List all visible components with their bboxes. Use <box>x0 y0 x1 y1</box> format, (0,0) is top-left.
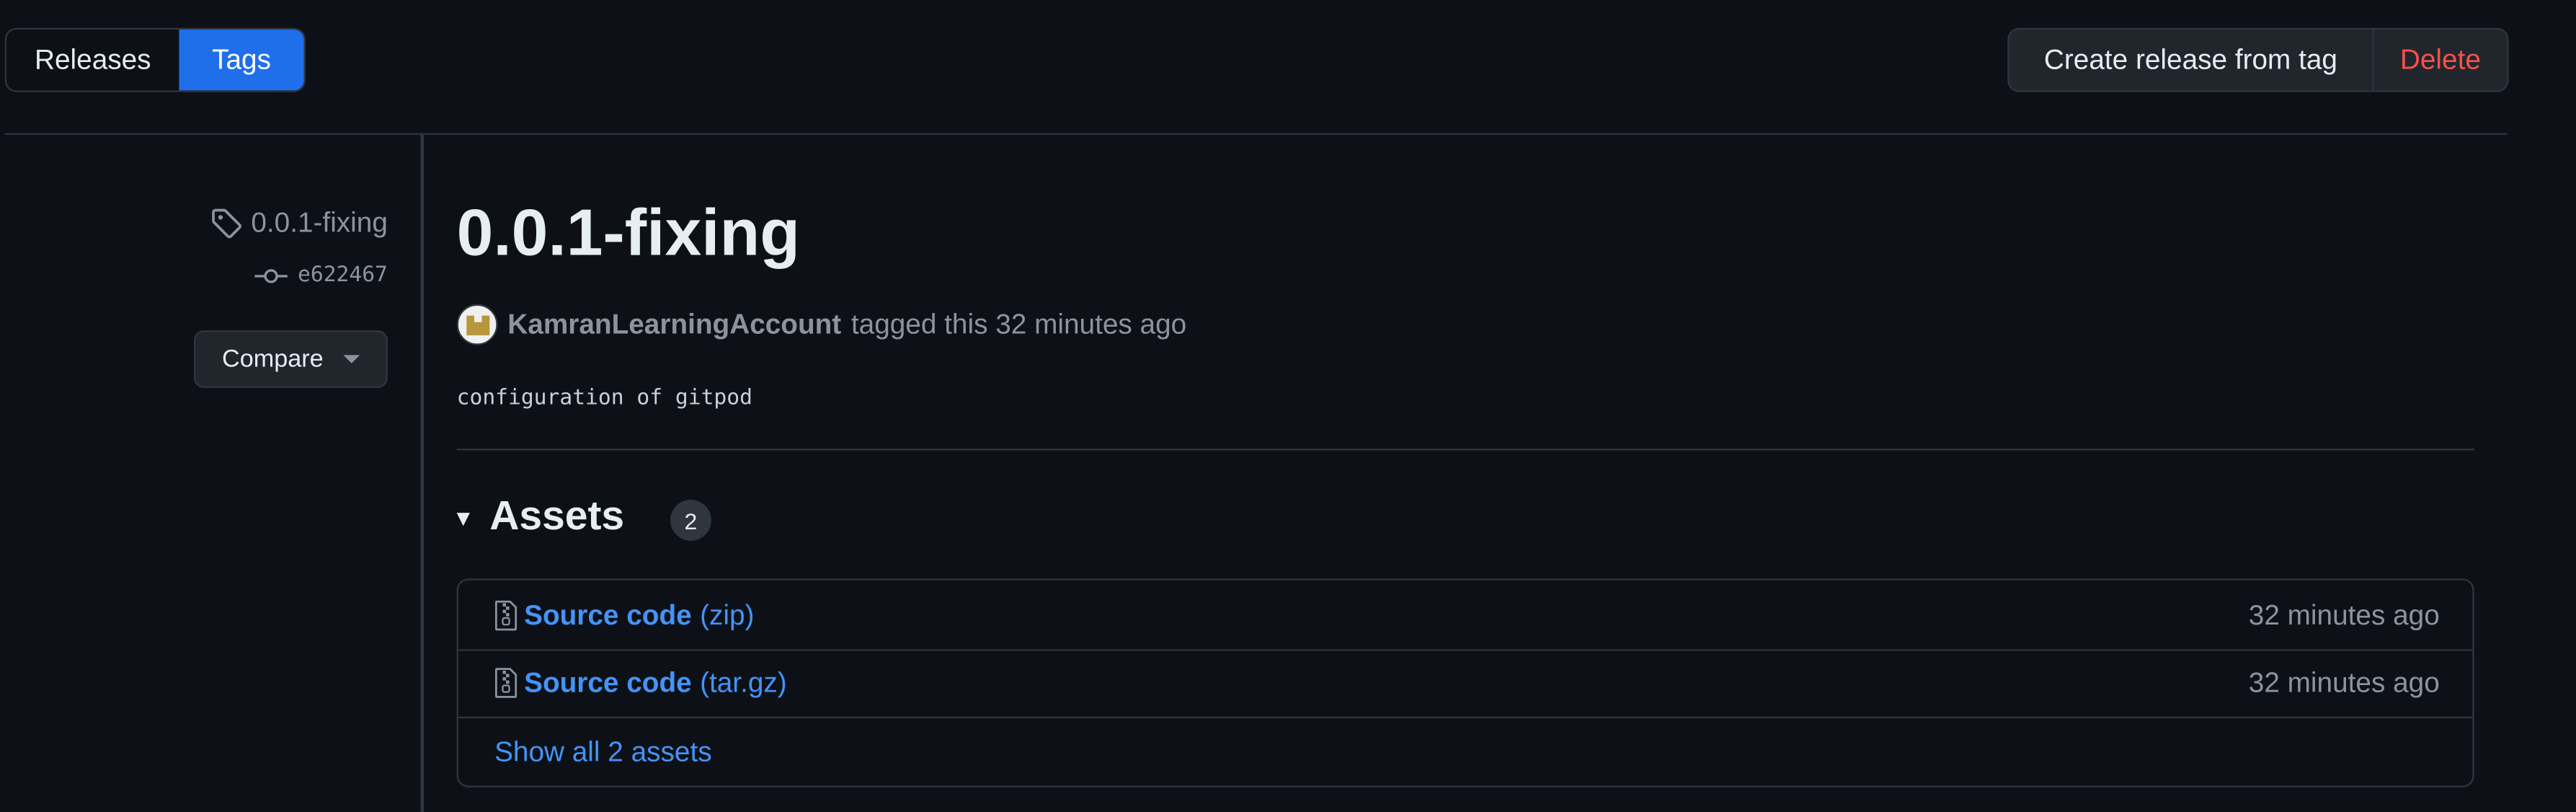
release-body: configuration of gitpod <box>456 386 752 411</box>
commit-icon <box>254 268 288 283</box>
release-byline: KamranLearningAccount tagged this 32 min… <box>456 304 1187 345</box>
compare-button[interactable]: Compare <box>193 330 388 388</box>
asset-name: Source code <box>524 666 692 698</box>
compare-label: Compare <box>222 345 324 374</box>
tag-link[interactable]: 0.0.1-fixing <box>210 207 388 240</box>
list-item: Source code (zip) 32 minutes ago <box>458 582 2473 651</box>
file-zip-icon <box>494 600 518 631</box>
tag-actions: Create release from tag Delete <box>2007 27 2509 92</box>
show-all-row: Show all 2 assets <box>458 718 2472 787</box>
assets-toggle[interactable]: Assets 2 <box>456 493 711 541</box>
sidebar-divider <box>420 134 425 812</box>
page: Releases Tags Create release from tag De… <box>0 0 2576 812</box>
author-link[interactable]: KamranLearningAccount <box>507 308 841 341</box>
asset-name: Source code <box>524 599 692 631</box>
list-item: Source code (tar.gz) 32 minutes ago <box>458 649 2473 719</box>
file-zip-icon <box>494 668 518 698</box>
releases-tags-toggle: Releases Tags <box>4 27 306 92</box>
tag-icon <box>211 208 241 239</box>
asset-link-targz[interactable]: Source code (tar.gz) <box>524 666 787 700</box>
asset-time: 32 minutes ago <box>2248 666 2440 698</box>
release-page: Releases Tags Create release from tag De… <box>0 0 2576 812</box>
release-title[interactable]: 0.0.1-fixing <box>457 198 800 272</box>
avatar[interactable] <box>456 304 498 345</box>
asset-time: 32 minutes ago <box>2248 599 2440 631</box>
commit-link[interactable]: e622467 <box>254 262 388 288</box>
asset-link-zip[interactable]: Source code (zip) <box>524 599 754 632</box>
tagged-time: tagged this 32 minutes ago <box>850 308 1187 340</box>
assets-count-badge: 2 <box>670 499 711 541</box>
asset-ext: (zip) <box>700 599 755 631</box>
header-divider <box>4 133 2508 135</box>
body-divider <box>456 449 2474 451</box>
commit-sha: e622467 <box>298 262 388 288</box>
assets-list: Source code (zip) 32 minutes ago Source c… <box>456 578 2474 787</box>
triangle-down-icon <box>456 513 470 526</box>
delete-button[interactable]: Delete <box>2373 30 2508 91</box>
caret-down-icon <box>343 355 360 363</box>
assets-heading: Assets <box>489 493 625 539</box>
show-all-assets-link[interactable]: Show all 2 assets <box>494 736 712 769</box>
releases-tab[interactable]: Releases <box>6 30 179 91</box>
create-release-button[interactable]: Create release from tag <box>2009 30 2374 91</box>
tag-name: 0.0.1-fixing <box>251 207 388 239</box>
tags-tab[interactable]: Tags <box>179 30 304 91</box>
asset-ext: (tar.gz) <box>700 666 787 698</box>
